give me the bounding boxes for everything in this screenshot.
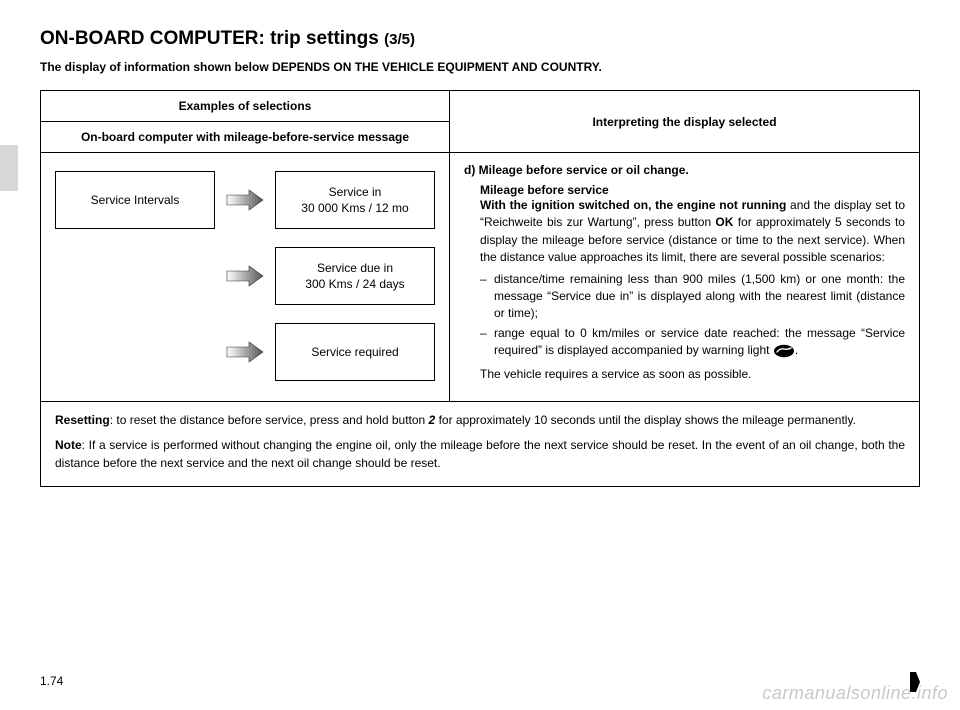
header-left-top: Examples of selections [41,91,449,122]
paragraph-main: With the ignition switched on, the engin… [480,197,905,267]
screen-text-line1: Service in [329,184,382,200]
arrow-slot [225,341,265,363]
text-fragment: : If a service is performed without chan… [55,438,905,469]
list-item: range equal to 0 km/miles or service dat… [480,325,905,364]
scenario-list: distance/time remaining less than 900 mi… [480,271,905,364]
header-left-bottom: On-board computer with mileage-before-se… [41,122,449,152]
text-fragment: or [800,272,821,286]
text-fragment: distance/time remaining less than [494,272,683,286]
list-item: distance/time remaining less than 900 mi… [480,271,905,323]
screen-text-line2: 300 Kms / 24 days [305,276,404,292]
screen-text: Service Intervals [91,192,180,208]
screen-text: Service required [311,344,398,360]
title-main: ON-BOARD COMPUTER: trip settings [40,28,384,49]
arrow-right-icon [225,189,265,211]
watermark: carmanualsonline.info [762,683,948,704]
screen-service-required: Service required [275,323,435,381]
text-fragment: : to reset the distance before service, … [110,413,429,427]
arrow-right-icon [225,265,265,287]
info-table: Examples of selections On-board computer… [40,90,920,487]
note-paragraph: Note: If a service is performed without … [55,437,905,472]
arrow-right-icon [225,341,265,363]
screen-text-line1: Service due in [317,260,393,276]
text-fragment: or [639,326,660,340]
bold-fragment: 0 km/miles [580,326,639,340]
warning-light-icon [773,344,795,363]
bold-fragment: service date reached: [661,326,780,340]
screen-row-1: Service Intervals Service in [55,171,435,229]
table-body-row: Service Intervals Service in [41,153,920,402]
bold-fragment: Note [55,438,82,452]
page-title: ON-BOARD COMPUTER: trip settings (3/5) [40,28,920,50]
screens-column: Service Intervals Service in [55,171,435,381]
header-left: Examples of selections On-board computer… [41,91,450,153]
text-fragment: for approximately 10 seconds until the d… [435,413,856,427]
table-footer-row: Resetting: to reset the distance before … [41,402,920,487]
table-header-row: Examples of selections On-board computer… [41,91,920,153]
bold-fragment: one month [821,272,880,286]
section-tab [0,145,18,191]
explanation-cell: d) Mileage before service or oil change.… [450,153,920,402]
bold-fragment: 900 miles (1,500 km) [683,272,801,286]
manual-page: ON-BOARD COMPUTER: trip settings (3/5) T… [0,0,960,710]
screen-text-line2: 30 000 Kms / 12 mo [301,200,408,216]
section-d-heading: d) Mileage before service or oil change. [464,163,905,177]
text-fragment: . [795,343,798,357]
screens-cell: Service Intervals Service in [41,153,450,402]
screen-row-3: Service required [55,323,435,381]
mileage-subheading: Mileage before service [480,183,905,197]
header-right: Interpreting the display selected [450,91,920,153]
title-sub: (3/5) [384,31,415,48]
after-text: The vehicle requires a service as soon a… [480,366,905,383]
screen-service-in: Service in 30 000 Kms / 12 mo [275,171,435,229]
bold-fragment: OK [715,215,733,229]
screen-row-2: Service due in 300 Kms / 24 days [55,247,435,305]
footer-cell: Resetting: to reset the distance before … [41,402,920,487]
bold-fragment: With the ignition switched on, the engin… [480,198,786,212]
arrow-slot [225,189,265,211]
bold-fragment: Resetting [55,413,110,427]
equipment-note: The display of information shown below D… [40,60,920,74]
screen-service-due-in: Service due in 300 Kms / 24 days [275,247,435,305]
reset-paragraph: Resetting: to reset the distance before … [55,412,905,429]
arrow-slot [225,265,265,287]
page-number: 1.74 [40,674,63,688]
text-fragment: range equal to [494,326,580,340]
screen-service-intervals: Service Intervals [55,171,215,229]
